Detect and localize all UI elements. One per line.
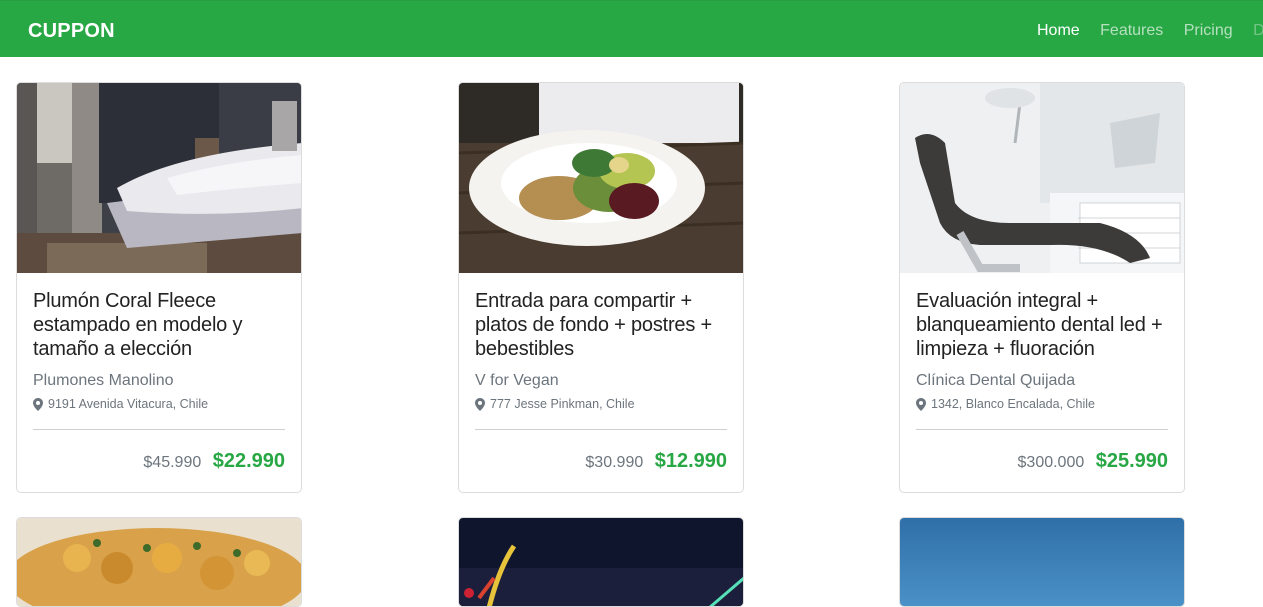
brand-logo[interactable]: CUPPON: [28, 20, 115, 43]
food-closeup-photo[interactable]: [17, 518, 301, 606]
map-marker-icon: [33, 397, 43, 411]
merchant-name: Plumones Manolino: [33, 372, 174, 389]
map-marker-icon: [475, 397, 485, 411]
deal-card[interactable]: Evaluación integral + blanqueamiento den…: [899, 82, 1185, 493]
deal-title[interactable]: Plumón Coral Fleece estampado en modelo …: [33, 289, 285, 361]
address: 9191 Avenida Vitacura, Chile: [33, 397, 285, 411]
new-price: $25.990: [1095, 450, 1168, 472]
old-price: $300.000: [1017, 454, 1085, 471]
old-price: $45.990: [143, 454, 202, 471]
deal-card[interactable]: [899, 517, 1185, 607]
deal-card[interactable]: [458, 517, 744, 607]
merchant-name: Clínica Dental Quijada: [916, 372, 1076, 389]
deal-title[interactable]: Evaluación integral + blanqueamiento den…: [916, 289, 1168, 361]
old-price: $30.990: [585, 454, 644, 471]
vegan-plate-photo[interactable]: [459, 83, 743, 273]
merchant-name: V for Vegan: [475, 372, 559, 389]
address-text: 777 Jesse Pinkman, Chile: [490, 397, 635, 411]
address-text: 9191 Avenida Vitacura, Chile: [48, 397, 209, 411]
deal-card[interactable]: [16, 517, 302, 607]
city-night-photo[interactable]: [459, 518, 743, 606]
nav-pricing[interactable]: Pricing: [1184, 22, 1233, 40]
dental-chair-photo[interactable]: [900, 83, 1184, 273]
address: 777 Jesse Pinkman, Chile: [475, 397, 727, 411]
map-marker-icon: [916, 397, 926, 411]
nav-links: Home Features Pricing Disa: [1037, 22, 1263, 40]
address: 1342, Blanco Encalada, Chile: [916, 397, 1168, 411]
bedroom-photo[interactable]: [17, 83, 301, 273]
deal-title[interactable]: Entrada para compartir + platos de fondo…: [475, 289, 727, 361]
nav-home[interactable]: Home: [1037, 22, 1080, 40]
navbar: CUPPON Home Features Pricing Disa: [0, 0, 1263, 57]
new-price: $12.990: [654, 450, 727, 472]
blue-sky-photo[interactable]: [900, 518, 1184, 606]
price-row: $300.000 $25.990: [916, 430, 1168, 492]
nav-disabled: Disa: [1253, 22, 1263, 39]
address-text: 1342, Blanco Encalada, Chile: [931, 397, 1096, 411]
new-price: $22.990: [212, 450, 285, 472]
deal-card[interactable]: Plumón Coral Fleece estampado en modelo …: [16, 82, 302, 493]
nav-features[interactable]: Features: [1100, 22, 1163, 40]
deal-card[interactable]: Entrada para compartir + platos de fondo…: [458, 82, 744, 493]
price-row: $45.990 $22.990: [33, 430, 285, 492]
price-row: $30.990 $12.990: [475, 430, 727, 492]
